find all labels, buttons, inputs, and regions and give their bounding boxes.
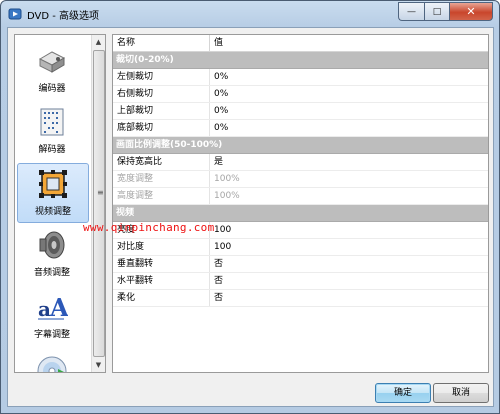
category-sidebar: 编码器 解码器 视频调整 音频调整 a A 字幕调整 ▲ ▼ (14, 34, 106, 373)
subtitle-icon: a A (38, 293, 68, 322)
table-row[interactable]: 水平翻转否 (113, 273, 488, 290)
scroll-up-arrow-icon[interactable]: ▲ (92, 35, 105, 49)
table-row: 高度调整 100% (113, 188, 488, 205)
svg-text:A: A (49, 293, 68, 322)
sidebar-item-label: 编码器 (38, 84, 66, 94)
sidebar-item-label: 解码器 (38, 145, 66, 155)
disc-icon (37, 356, 67, 372)
property-value[interactable]: 0% (210, 103, 228, 119)
property-name: 保持宽高比 (113, 154, 210, 170)
ok-button[interactable]: 确定 (375, 383, 431, 403)
sidebar-item-label: 音频调整 (33, 268, 70, 278)
scrollbar-thumb[interactable] (93, 50, 105, 357)
property-table: 名称 值 裁切(0-20%) 左侧裁切 0% 右侧裁切 0% 上部裁切 0% 底部裁切… (112, 34, 489, 373)
property-value: 100% (214, 191, 240, 201)
cancel-button[interactable]: 取消 (433, 383, 489, 403)
sidebar-item-subtitle-adjust[interactable]: a A 字幕调整 (17, 287, 87, 345)
dialog-window: DVD - 高级选项 — □ ✕ 编码器 解码器 视频调整 音频调整 a A 字… (0, 0, 500, 414)
group-label: 视频 (116, 208, 135, 218)
encoder-icon (38, 51, 66, 73)
app-icon (8, 8, 22, 20)
property-value[interactable]: 否 (210, 273, 223, 289)
maximize-button[interactable]: □ (424, 2, 449, 21)
property-name: 右侧裁切 (113, 86, 210, 102)
sidebar-item-audio-adjust[interactable]: 音频调整 (17, 225, 87, 283)
audio-speaker-icon (39, 231, 65, 259)
table-row[interactable]: 右侧裁切 0% (113, 86, 488, 103)
sidebar-item-label: 字幕调整 (33, 330, 70, 340)
property-value[interactable]: 0% (210, 69, 228, 85)
sidebar-scrollbar[interactable]: ▲ ▼ (91, 35, 105, 372)
property-name: 对比度 (113, 239, 210, 255)
property-name: 底部裁切 (113, 120, 210, 136)
sidebar-item-disc[interactable] (17, 349, 87, 372)
property-name: 垂直翻转 (113, 256, 210, 272)
column-header-value[interactable]: 值 (210, 35, 223, 51)
panel-splitter[interactable] (106, 34, 111, 371)
table-row[interactable]: 垂直翻转否 (113, 256, 488, 273)
video-adjust-icon (39, 170, 67, 198)
sidebar-item-label: 视频调整 (34, 207, 71, 217)
minimize-button[interactable]: — (398, 2, 424, 21)
sidebar-item-encoder[interactable]: 编码器 (17, 41, 87, 99)
property-name: 上部裁切 (113, 103, 210, 119)
property-value[interactable]: 否 (210, 256, 223, 272)
group-row-crop[interactable]: 裁切(0-20%) (113, 52, 488, 69)
dialog-footer: 确定 取消 (8, 377, 493, 406)
title-bar[interactable]: DVD - 高级选项 — □ ✕ (1, 1, 499, 27)
table-row[interactable]: 上部裁切 0% (113, 103, 488, 120)
property-name: 左侧裁切 (113, 69, 210, 85)
property-value: 100% (214, 174, 240, 184)
window-controls: — □ ✕ (398, 2, 493, 21)
property-value[interactable]: 否 (210, 290, 223, 306)
sidebar-item-decoder[interactable]: 解码器 (17, 102, 87, 160)
close-button[interactable]: ✕ (449, 2, 493, 21)
column-header-name[interactable]: 名称 (113, 35, 210, 51)
table-row[interactable]: 保持宽高比是 (113, 154, 488, 171)
window-title: DVD - 高级选项 (27, 11, 100, 22)
dialog-client: 编码器 解码器 视频调整 音频调整 a A 字幕调整 ▲ ▼ 名称 值 裁切(0… (7, 27, 494, 407)
table-row: 宽度调整 100% (113, 171, 488, 188)
splitter-grip-icon[interactable]: ≡ (97, 188, 104, 197)
property-value[interactable]: 0% (210, 120, 228, 136)
property-value[interactable]: 是 (210, 154, 223, 170)
group-row-video[interactable]: 视频 (113, 205, 488, 222)
watermark-text: www.qinpinchang.com (83, 221, 215, 234)
table-header: 名称 值 (113, 35, 488, 52)
table-row[interactable]: 底部裁切 0% (113, 120, 488, 137)
table-row[interactable]: 对比度 100 (113, 239, 488, 256)
decoder-icon (40, 108, 64, 136)
sidebar-item-video-adjust[interactable]: 视频调整 (17, 163, 89, 223)
group-label: 裁切(0-20%) (116, 55, 174, 65)
scroll-down-arrow-icon[interactable]: ▼ (92, 358, 105, 372)
table-row[interactable]: 左侧裁切 0% (113, 69, 488, 86)
group-row-aspect[interactable]: 画面比例调整(50-100%) (113, 137, 488, 154)
property-name: 水平翻转 (113, 273, 210, 289)
property-value[interactable]: 0% (210, 86, 228, 102)
property-name: 宽度调整 (113, 171, 210, 187)
property-name: 高度调整 (113, 188, 210, 204)
table-row[interactable]: 柔化否 (113, 290, 488, 307)
property-name: 柔化 (113, 290, 210, 306)
group-label: 画面比例调整(50-100%) (116, 140, 223, 150)
property-value[interactable]: 100 (210, 239, 231, 255)
